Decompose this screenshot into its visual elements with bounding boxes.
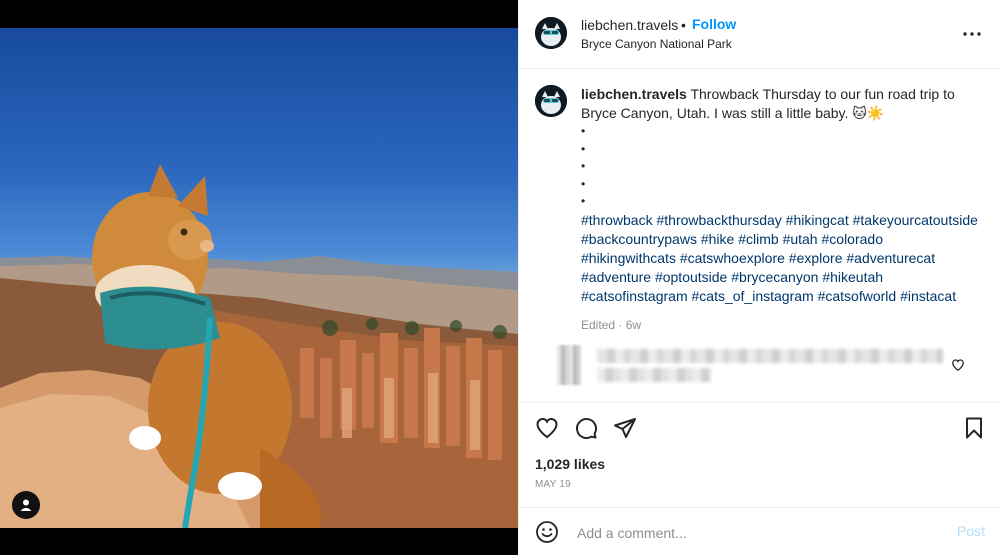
post-comment-button[interactable]: Post [957,523,985,539]
bullet-line: • [581,159,586,173]
caption-username[interactable]: liebchen.travels [581,86,687,102]
share-send-icon[interactable] [613,416,637,440]
post-date: MAY 19 [535,479,571,490]
hashtag-link[interactable]: #takeyourcatoutside [853,212,978,228]
blurred-comment-text [597,368,711,382]
hashtag-link[interactable]: #catswhoexplore [680,250,785,266]
hashtag-link[interactable]: #explore [789,250,843,266]
photo-illustration [0,164,518,528]
hashtag-link[interactable]: #utah [783,231,818,247]
post-details-panel: liebchen.travels • Follow Bryce Canyon N… [518,0,1000,555]
comments-section: liebchen.travels Throwback Thursday to o… [519,69,1000,403]
hashtag-link[interactable]: #hikingwithcats [581,250,676,266]
hashtag-link[interactable]: #instacat [900,288,956,304]
hashtag-link[interactable]: #colorado [822,231,884,247]
hashtag-link[interactable]: #catsofworld [818,288,897,304]
save-bookmark-icon[interactable] [962,416,986,440]
media-pane [0,0,518,555]
comment-input[interactable] [575,521,939,545]
edited-timestamp: Edited · 6w [581,317,642,332]
blurred-avatar [557,345,581,385]
location-link[interactable]: Bryce Canyon National Park [581,37,732,51]
add-comment-bar: Post [519,507,1000,555]
emoji-smile-icon[interactable] [535,520,559,544]
bullet-line: • [581,124,586,138]
avatar[interactable] [535,85,567,117]
hashtag-link[interactable]: #optoutside [655,269,727,285]
caption-bullets: • • • • • [581,123,981,211]
bullet-line: • [581,176,586,191]
hashtag-link[interactable]: #catsofinstagram [581,288,688,304]
post-actions-bar [519,403,1000,451]
separator-dot: • [681,17,686,33]
hashtag-link[interactable]: #hike [701,231,734,247]
blurred-comment [535,345,965,385]
post-header: liebchen.travels • Follow Bryce Canyon N… [519,0,1000,69]
blurred-comment-text [597,349,943,363]
like-comment-heart-icon[interactable] [951,358,965,372]
hashtag-list: #throwback #throwbackthursday #hikingcat… [581,211,981,306]
hashtag-link[interactable]: #adventure [581,269,651,285]
likes-count[interactable]: 1,029 likes [535,456,605,472]
hashtag-link[interactable]: #adventurecat [846,250,935,266]
bullet-line: • [581,141,586,156]
hashtag-link[interactable]: #brycecanyon [731,269,818,285]
hashtag-link[interactable]: #climb [738,231,778,247]
hashtag-link[interactable]: #throwback [581,212,653,228]
caption-text-block: liebchen.travels Throwback Thursday to o… [581,85,981,335]
more-options-icon[interactable] [960,22,984,46]
comment-bubble-icon[interactable] [574,416,598,440]
profile-picture [535,85,567,117]
user-icon [20,499,32,511]
hashtag-link[interactable]: #hikeutah [822,269,883,285]
post-dialog: liebchen.travels • Follow Bryce Canyon N… [0,0,1000,555]
hashtag-link[interactable]: #backcountrypaws [581,231,697,247]
hashtag-link[interactable]: #cats_of_instagram [692,288,814,304]
avatar[interactable] [535,17,567,49]
post-photo[interactable] [0,28,518,528]
hashtag-link[interactable]: #throwbackthursday [656,212,781,228]
profile-picture [535,17,567,49]
bullet-line: • [581,194,586,208]
hashtag-link[interactable]: #hikingcat [786,212,849,228]
follow-button[interactable]: Follow [692,16,736,32]
like-heart-icon[interactable] [535,416,559,440]
tagged-users-button[interactable] [12,491,40,519]
post-author-username[interactable]: liebchen.travels [581,17,678,33]
caption-body: liebchen.travels Throwback Thursday to o… [581,85,981,123]
